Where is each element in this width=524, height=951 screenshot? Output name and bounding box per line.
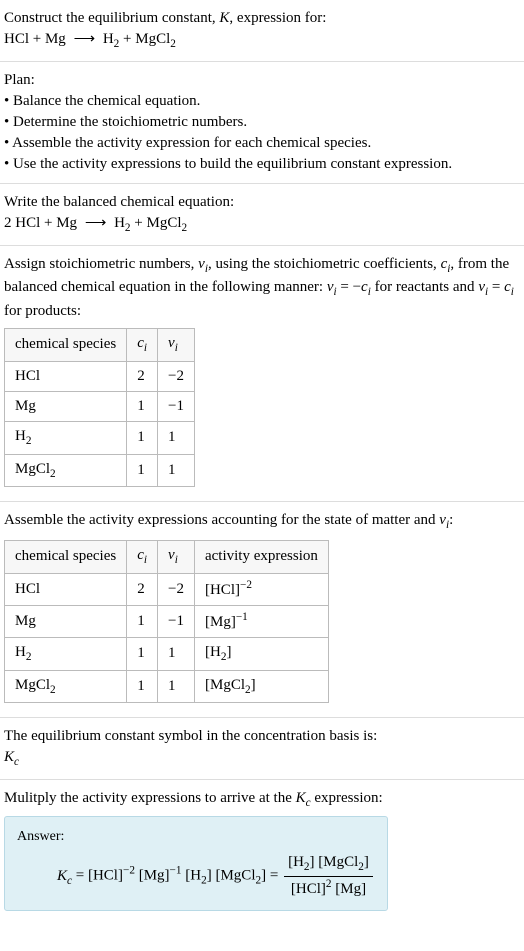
cell-ci: 1 bbox=[127, 421, 158, 454]
table-row: Mg 1 −1 [Mg]−1 bbox=[5, 605, 329, 637]
balanced-heading: Write the balanced chemical equation: bbox=[4, 192, 520, 213]
cell-species: MgCl2 bbox=[5, 454, 127, 487]
stoich-table: chemical species ci νi HCl 2 −2 Mg 1 −1 … bbox=[4, 328, 195, 487]
kc-symbol-text: The equilibrium constant symbol in the c… bbox=[4, 726, 520, 747]
cell-activity: [H2] bbox=[194, 637, 328, 670]
cell-ci: 1 bbox=[127, 391, 158, 421]
assign-text: Assign stoichiometric numbers, νi, using… bbox=[4, 254, 520, 323]
plan-item: • Determine the stoichiometric numbers. bbox=[4, 112, 520, 133]
kc-symbol: Kc bbox=[4, 747, 520, 771]
cell-ci: 2 bbox=[127, 361, 158, 391]
cell-ci: 1 bbox=[127, 454, 158, 487]
cell-species: Mg bbox=[5, 605, 127, 637]
cell-species: HCl bbox=[5, 573, 127, 605]
table-row: HCl 2 −2 bbox=[5, 361, 195, 391]
activity-table: chemical species ci νi activity expressi… bbox=[4, 540, 329, 703]
table-header-row: chemical species ci νi activity expressi… bbox=[5, 541, 329, 574]
col-nui: νi bbox=[158, 541, 195, 574]
col-ci: ci bbox=[127, 541, 158, 574]
cell-nui: −2 bbox=[158, 361, 195, 391]
cell-species: HCl bbox=[5, 361, 127, 391]
plan-item: • Use the activity expressions to build … bbox=[4, 154, 520, 175]
cell-ci: 1 bbox=[127, 605, 158, 637]
balanced-section: Write the balanced chemical equation: 2 … bbox=[0, 183, 524, 245]
cell-activity: [HCl]−2 bbox=[194, 573, 328, 605]
table-row: H2 1 1 bbox=[5, 421, 195, 454]
cell-ci: 1 bbox=[127, 637, 158, 670]
plan-item: • Balance the chemical equation. bbox=[4, 91, 520, 112]
prompt-line1: Construct the equilibrium constant, K, e… bbox=[4, 8, 520, 29]
cell-nui: −1 bbox=[158, 391, 195, 421]
kc-symbol-section: The equilibrium constant symbol in the c… bbox=[0, 717, 524, 779]
cell-ci: 1 bbox=[127, 670, 158, 703]
plan-heading: Plan: bbox=[4, 70, 520, 91]
cell-species: H2 bbox=[5, 637, 127, 670]
answer-section: Mulitply the activity expressions to arr… bbox=[0, 779, 524, 919]
col-species: chemical species bbox=[5, 541, 127, 574]
col-nui: νi bbox=[158, 329, 195, 362]
table-row: MgCl2 1 1 [MgCl2] bbox=[5, 670, 329, 703]
prompt-section: Construct the equilibrium constant, K, e… bbox=[0, 0, 524, 61]
cell-ci: 2 bbox=[127, 573, 158, 605]
cell-nui: −2 bbox=[158, 573, 195, 605]
cell-species: Mg bbox=[5, 391, 127, 421]
cell-nui: 1 bbox=[158, 454, 195, 487]
col-activity: activity expression bbox=[194, 541, 328, 574]
plan-item: • Assemble the activity expression for e… bbox=[4, 133, 520, 154]
multiply-text: Mulitply the activity expressions to arr… bbox=[4, 788, 520, 812]
answer-box: Answer: Kc = [HCl]−2 [Mg]−1 [H2] [MgCl2]… bbox=[4, 816, 388, 911]
plan-section: Plan: • Balance the chemical equation. •… bbox=[0, 61, 524, 183]
answer-label: Answer: bbox=[17, 827, 375, 847]
table-row: Mg 1 −1 bbox=[5, 391, 195, 421]
assign-section: Assign stoichiometric numbers, νi, using… bbox=[0, 245, 524, 502]
col-species: chemical species bbox=[5, 329, 127, 362]
prompt-equation: HCl + Mg ⟶ H2 + MgCl2 bbox=[4, 29, 520, 53]
balanced-equation: 2 HCl + Mg ⟶ H2 + MgCl2 bbox=[4, 213, 520, 237]
table-row: MgCl2 1 1 bbox=[5, 454, 195, 487]
activity-text: Assemble the activity expressions accoun… bbox=[4, 510, 520, 534]
table-row: HCl 2 −2 [HCl]−2 bbox=[5, 573, 329, 605]
col-ci: ci bbox=[127, 329, 158, 362]
cell-nui: 1 bbox=[158, 637, 195, 670]
cell-nui: 1 bbox=[158, 421, 195, 454]
cell-activity: [MgCl2] bbox=[194, 670, 328, 703]
table-header-row: chemical species ci νi bbox=[5, 329, 195, 362]
activity-section: Assemble the activity expressions accoun… bbox=[0, 501, 524, 717]
table-row: H2 1 1 [H2] bbox=[5, 637, 329, 670]
answer-equation: Kc = [HCl]−2 [Mg]−1 [H2] [MgCl2] = [H2] … bbox=[17, 852, 375, 900]
cell-nui: 1 bbox=[158, 670, 195, 703]
cell-species: H2 bbox=[5, 421, 127, 454]
cell-species: MgCl2 bbox=[5, 670, 127, 703]
cell-nui: −1 bbox=[158, 605, 195, 637]
cell-activity: [Mg]−1 bbox=[194, 605, 328, 637]
